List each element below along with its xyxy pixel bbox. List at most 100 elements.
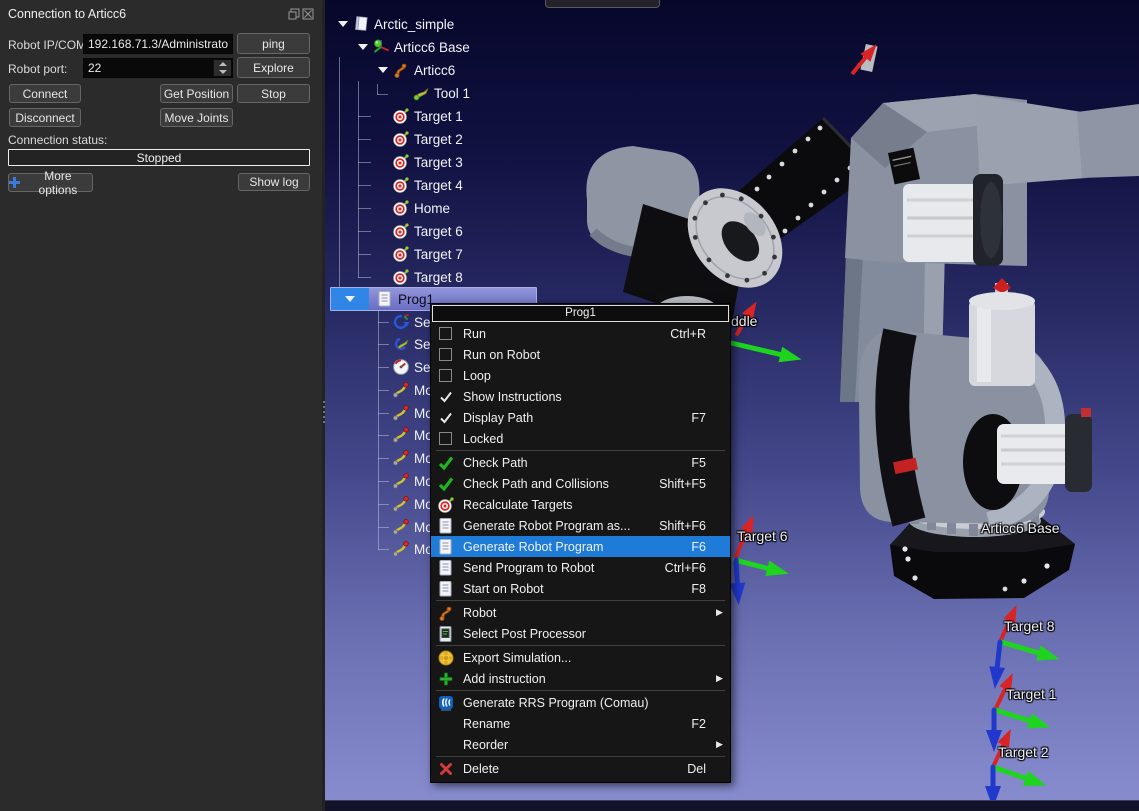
tree-guide-line <box>358 277 371 278</box>
tree-item-label: Target 2 <box>414 132 463 147</box>
get-position-button[interactable]: Get Position <box>160 84 233 103</box>
tree-item-articc6-base[interactable]: Articc6 Base <box>355 36 470 58</box>
menu-item-delete[interactable]: Delete Del <box>431 758 730 779</box>
menu-item-loop[interactable]: Loop <box>431 365 730 386</box>
3d-label-articc6-base: Articc6 Base <box>981 520 1060 536</box>
tree-item-mo[interactable]: Mo <box>375 516 433 538</box>
set-tool-icon <box>391 335 411 353</box>
tree-item-target-4[interactable]: Target 4 <box>375 174 463 196</box>
tree-item-target-7[interactable]: Target 7 <box>375 243 463 265</box>
menu-separator <box>436 450 725 451</box>
tree-item-label: Target 3 <box>414 155 463 170</box>
menu-item-check-path[interactable]: Check Path F5 <box>431 452 730 473</box>
tree-item-target-1[interactable]: Target 1 <box>375 105 463 127</box>
expand-arrow-icon[interactable] <box>335 21 351 27</box>
tree-item-mo[interactable]: Mo <box>375 424 433 446</box>
menu-item-robot[interactable]: Robot ▶ <box>431 602 730 623</box>
menu-item-add-instruction[interactable]: Add instruction ▶ <box>431 668 730 689</box>
menu-item-start-on-robot[interactable]: Start on Robot F8 <box>431 578 730 599</box>
tree-item-label: Articc6 <box>414 63 455 78</box>
menu-item-label: Export Simulation... <box>463 651 706 665</box>
tree-guide-line <box>358 162 371 163</box>
menu-item-generate-robot-program-as[interactable]: Generate Robot Program as... Shift+F6 <box>431 515 730 536</box>
doc-icon <box>434 580 458 598</box>
tree-item-target-2[interactable]: Target 2 <box>375 128 463 150</box>
tree-item-arctic-simple[interactable]: Arctic_simple <box>335 13 454 35</box>
stop-button[interactable]: Stop <box>237 84 310 103</box>
menu-item-label: Start on Robot <box>463 582 691 596</box>
disconnect-button[interactable]: Disconnect <box>9 108 81 127</box>
tree-item-home[interactable]: Home <box>375 197 450 219</box>
tree-item-target-3[interactable]: Target 3 <box>375 151 463 173</box>
menu-item-shortcut: Shift+F5 <box>659 477 706 491</box>
menu-item-run-on-robot[interactable]: Run on Robot <box>431 344 730 365</box>
menu-item-label: Robot <box>463 606 706 620</box>
tree-item-articc6[interactable]: Articc6 <box>375 59 455 81</box>
menu-item-run[interactable]: Run Ctrl+R <box>431 323 730 344</box>
connect-button[interactable]: Connect <box>9 84 81 103</box>
tree-item-mo[interactable]: Mo <box>375 402 433 424</box>
doc-icon <box>434 538 458 556</box>
tree-item-set[interactable]: Set <box>375 333 434 355</box>
tree-item-label: Arctic_simple <box>374 17 454 32</box>
tree-guide-line <box>358 81 359 278</box>
tree-item-label: Target 7 <box>414 247 463 262</box>
tree-item-mo[interactable]: Mo <box>375 493 433 515</box>
expand-arrow-icon[interactable] <box>375 67 391 73</box>
ping-button[interactable]: ping <box>237 33 310 54</box>
menu-item-display-path[interactable]: Display Path F7 <box>431 407 730 428</box>
menu-item-shortcut: Del <box>687 762 706 776</box>
menu-item-recalculate-targets[interactable]: Recalculate Targets <box>431 494 730 515</box>
target-icon <box>391 268 411 286</box>
menu-item-rename[interactable]: Rename F2 <box>431 713 730 734</box>
expand-arrow-icon[interactable] <box>331 288 369 310</box>
export-icon <box>434 649 458 667</box>
menu-item-generate-robot-program[interactable]: Generate Robot Program F6 <box>431 536 730 557</box>
move-joints-button[interactable]: Move Joints <box>160 108 233 127</box>
target-icon <box>391 176 411 194</box>
menu-item-export-simulation[interactable]: Export Simulation... <box>431 647 730 668</box>
tree-item-target-6[interactable]: Target 6 <box>375 220 463 242</box>
expand-arrow-icon[interactable] <box>355 44 371 50</box>
target-icon <box>391 153 411 171</box>
tree-item-target-8[interactable]: Target 8 <box>375 266 463 288</box>
tree-guide-line <box>358 208 371 209</box>
menu-item-show-instructions[interactable]: Show Instructions <box>431 386 730 407</box>
menu-item-send-program-to-robot[interactable]: Send Program to Robot Ctrl+F6 <box>431 557 730 578</box>
set-speed-icon <box>391 358 411 376</box>
tree-item-mo[interactable]: Mo <box>375 447 433 469</box>
submenu-arrow-icon: ▶ <box>716 673 728 684</box>
menu-item-reorder[interactable]: Reorder ▶ <box>431 734 730 755</box>
menu-item-locked[interactable]: Locked <box>431 428 730 449</box>
more-options-button[interactable]: More options <box>8 173 93 192</box>
tree-item-set[interactable]: Set <box>375 356 434 378</box>
port-input[interactable]: 22 <box>83 58 233 78</box>
tree-item-label: Target 4 <box>414 178 463 193</box>
checkbox-icon <box>434 347 458 363</box>
float-panel-icon[interactable] <box>288 8 300 20</box>
show-log-button[interactable]: Show log <box>238 173 310 191</box>
menu-item-check-path-and-collisions[interactable]: Check Path and Collisions Shift+F5 <box>431 473 730 494</box>
target-icon <box>434 496 458 514</box>
tree-guide-line <box>358 185 371 186</box>
tree-item-label: Target 6 <box>414 224 463 239</box>
tree-item-set[interactable]: Set <box>375 311 434 333</box>
menu-item-generate-rrs-program-comau[interactable]: Generate RRS Program (Comau) <box>431 692 730 713</box>
explore-button[interactable]: Explore <box>237 57 310 78</box>
tree-item-mo[interactable]: Mo <box>375 470 433 492</box>
tree-item-mo[interactable]: Mo <box>375 538 433 560</box>
target-icon <box>391 222 411 240</box>
ip-input[interactable] <box>83 34 233 54</box>
move-icon <box>391 472 411 490</box>
tree-item-mo[interactable]: Mo <box>375 379 433 401</box>
menu-item-label: Check Path <box>463 456 691 470</box>
move-icon <box>391 426 411 444</box>
menu-item-select-post-processor[interactable]: Select Post Processor <box>431 623 730 644</box>
connection-status-label: Connection status: <box>8 133 107 147</box>
connection-panel: Connection to Articc6 Robot IP/COM: ping… <box>0 0 322 811</box>
menu-item-shortcut: F6 <box>691 540 706 554</box>
port-spinner[interactable] <box>213 60 231 76</box>
tree-item-tool-1[interactable]: Tool 1 <box>395 82 470 104</box>
close-panel-icon[interactable] <box>302 8 314 20</box>
move-icon <box>391 381 411 399</box>
